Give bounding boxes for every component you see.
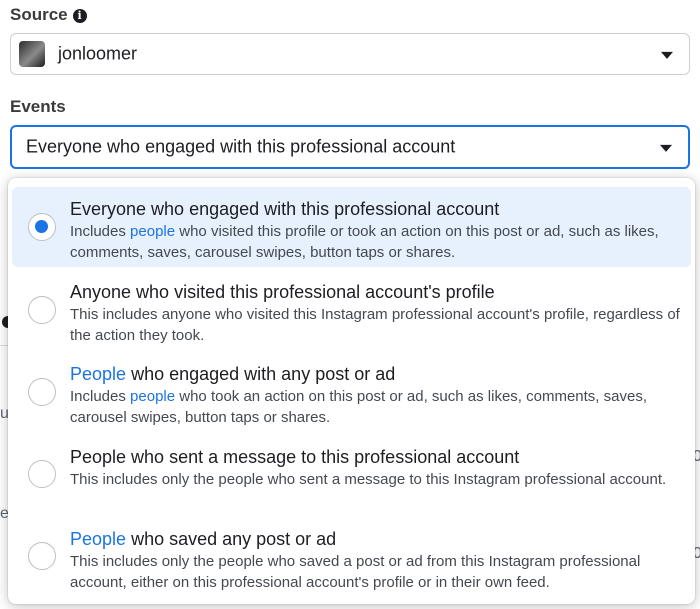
people-link[interactable]: People xyxy=(70,364,126,384)
radio-button[interactable] xyxy=(28,378,56,406)
option-description: This includes only the people who sent a… xyxy=(70,471,667,488)
option-description: Includes people who took an action on th… xyxy=(70,388,647,426)
radio-button[interactable] xyxy=(28,296,56,324)
info-icon[interactable]: i xyxy=(72,9,87,23)
option-title: People who sent a message to this profes… xyxy=(70,447,520,467)
radio-button-selected[interactable] xyxy=(28,213,56,241)
option-title: Anyone who visited this professional acc… xyxy=(70,282,495,302)
option-everyone-engaged[interactable]: Everyone who engaged with this professio… xyxy=(12,187,691,267)
source-account-name: jonloomer xyxy=(58,43,138,64)
people-link[interactable]: People xyxy=(70,529,126,549)
option-profile-visitors[interactable]: Anyone who visited this professional acc… xyxy=(12,271,691,349)
source-label-text: Source xyxy=(10,5,68,24)
option-sent-message[interactable]: People who sent a message to this profes… xyxy=(12,436,691,514)
avatar xyxy=(19,41,45,67)
option-saved-post-or-ad[interactable]: People who saved any post or ad This inc… xyxy=(12,518,691,598)
events-selected-value: Everyone who engaged with this professio… xyxy=(26,136,456,157)
people-link[interactable]: people xyxy=(130,223,175,240)
radio-button[interactable] xyxy=(28,542,56,570)
option-description: Includes people who visited this profile… xyxy=(70,223,659,261)
radio-button[interactable] xyxy=(28,460,56,488)
events-label: Events xyxy=(10,97,66,116)
chevron-down-icon xyxy=(661,51,673,59)
chevron-down-icon xyxy=(660,144,672,152)
source-select[interactable]: jonloomer xyxy=(10,33,690,75)
people-link[interactable]: people xyxy=(130,388,175,405)
option-title: People who saved any post or ad xyxy=(70,529,337,549)
events-select[interactable]: Everyone who engaged with this professio… xyxy=(10,125,690,169)
events-dropdown-menu: Everyone who engaged with this professio… xyxy=(8,178,695,604)
option-description: This includes only the people who saved … xyxy=(70,553,641,591)
option-engaged-post-or-ad[interactable]: People who engaged with any post or ad I… xyxy=(12,353,691,431)
option-title: People who engaged with any post or ad xyxy=(70,364,396,384)
source-label: Source i xyxy=(10,5,87,25)
option-description: This includes anyone who visited this In… xyxy=(70,306,680,344)
option-title: Everyone who engaged with this professio… xyxy=(70,199,500,219)
